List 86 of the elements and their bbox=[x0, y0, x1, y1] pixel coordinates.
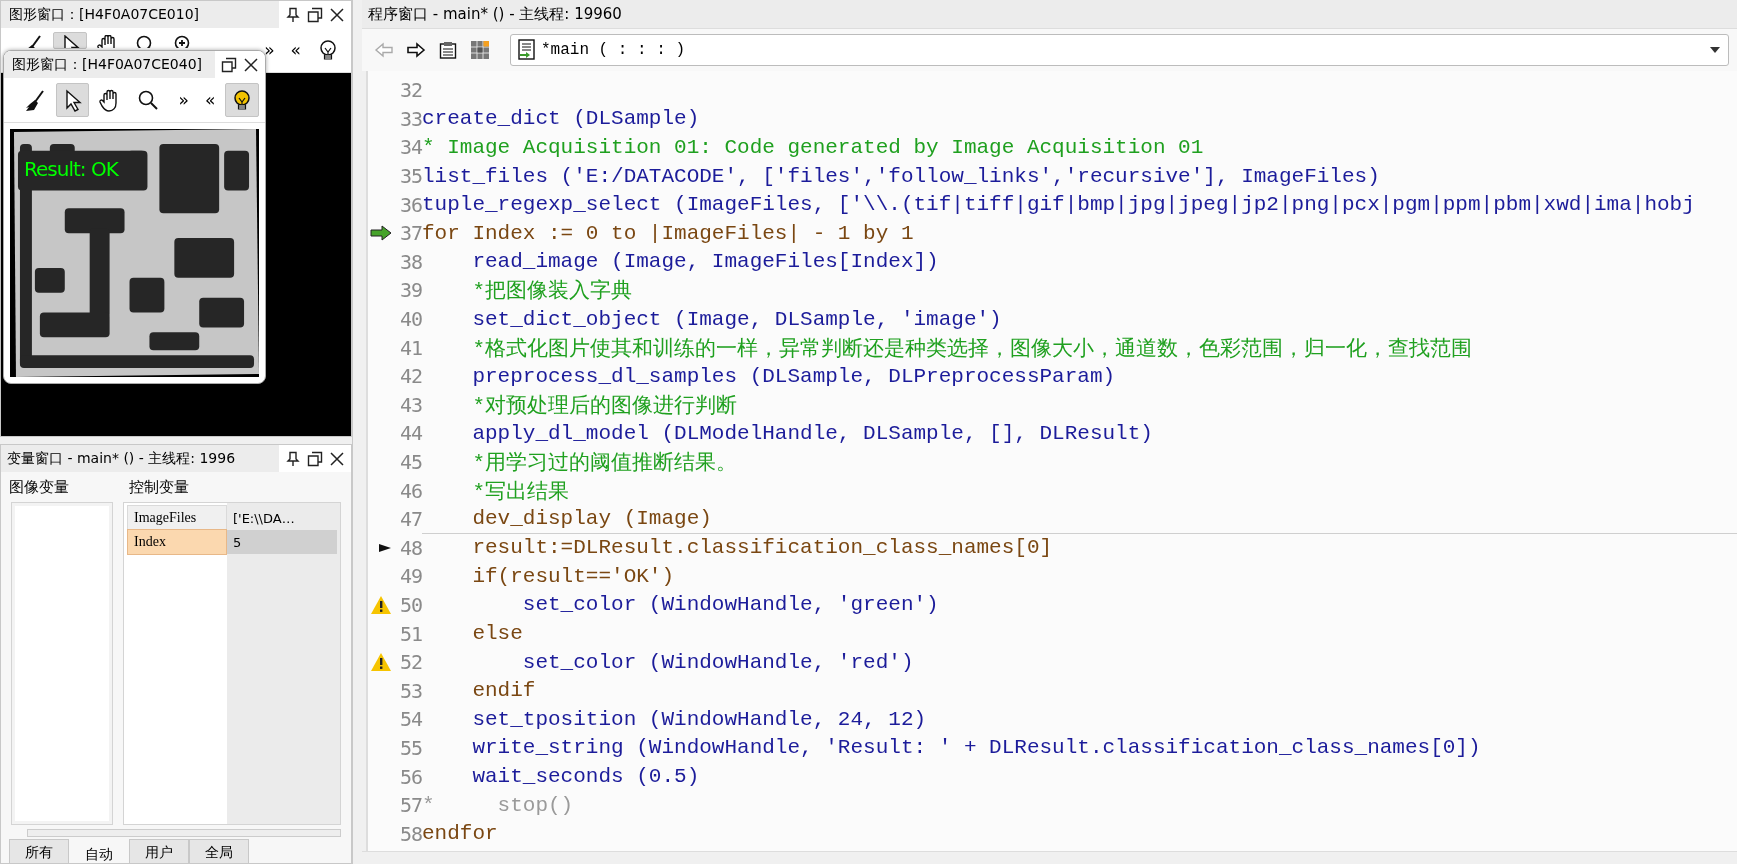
pin-icon[interactable] bbox=[285, 6, 301, 23]
line-number: 35 bbox=[398, 164, 422, 189]
line-number: 40 bbox=[398, 307, 422, 332]
line-number: 55 bbox=[398, 735, 422, 760]
restore-icon[interactable] bbox=[221, 56, 237, 73]
tab[interactable]: 全局 bbox=[189, 839, 249, 863]
window-title: 程序窗口 - main* () - 主线程: 19960 bbox=[368, 4, 622, 24]
line-number: 43 bbox=[398, 392, 422, 417]
line-number: 42 bbox=[398, 364, 422, 389]
code-line: result:=DLResult.classification_class_names[0] bbox=[471, 535, 1054, 562]
code-line: *写出结果 bbox=[471, 479, 570, 505]
code-line: preprocess_dl_samples (DLSample, DLPreprocessParam) bbox=[471, 363, 1117, 390]
chevron-toggle[interactable]: » bbox=[172, 90, 195, 110]
code-line: *用学习过的阈值推断结果。 bbox=[471, 450, 738, 477]
line-number: 58 bbox=[398, 821, 422, 846]
window-title: 图形窗口：[H4F0A07CE040] bbox=[12, 55, 203, 74]
chevron-toggle[interactable]: » bbox=[258, 40, 281, 60]
program-counter-arrow-icon bbox=[370, 225, 392, 242]
line-number: 48 bbox=[398, 535, 422, 560]
line-number: 53 bbox=[398, 678, 422, 703]
insertion-cursor-icon bbox=[378, 542, 392, 553]
line-number: 45 bbox=[398, 450, 422, 474]
restore-icon[interactable] bbox=[307, 6, 323, 23]
chevron-toggle[interactable]: « bbox=[284, 40, 307, 60]
line-number: 56 bbox=[398, 764, 422, 789]
code-line: set_color (WindowHandle, 'red') bbox=[521, 649, 915, 676]
section-label: 控制变量 bbox=[129, 477, 189, 497]
line-number: 49 bbox=[398, 564, 422, 589]
line-number: 51 bbox=[398, 621, 422, 646]
pointer-button[interactable] bbox=[55, 83, 90, 117]
horizontal-scrollbar[interactable] bbox=[27, 829, 341, 837]
lightbulb-button[interactable] bbox=[225, 83, 259, 117]
line-number: 37 bbox=[398, 221, 422, 246]
code-line: dev_display (Image) bbox=[422, 504, 1737, 534]
line-number: 38 bbox=[398, 249, 422, 274]
code-line: *格式化图片使其和训练的一样，异常判断还是种类选择，图像大小，通道数，色彩范围，归一化，查找范围 bbox=[471, 336, 1473, 362]
caret-icon[interactable] bbox=[1710, 47, 1720, 53]
result-overlay-text: Result: OK bbox=[24, 157, 118, 181]
code-line: endif bbox=[471, 678, 537, 705]
line-number: 34 bbox=[398, 135, 422, 160]
tab[interactable]: 用户 bbox=[129, 839, 189, 863]
line-number: 41 bbox=[398, 335, 422, 360]
code-line: endfor bbox=[422, 821, 499, 848]
code-line: write_string (WindowHandle, 'Result: ' + DLResult.classification_class_names[0]) bbox=[471, 735, 1482, 762]
code-line: create_dict (DLSample) bbox=[422, 106, 701, 133]
line-number: 52 bbox=[398, 650, 422, 675]
line-number: 57 bbox=[398, 793, 422, 818]
warning-icon bbox=[370, 652, 392, 673]
window-title: 图形窗口：[H4F0A07CE010] bbox=[9, 5, 200, 24]
code-line: wait_seconds (0.5) bbox=[471, 764, 701, 791]
line-number: 36 bbox=[398, 192, 422, 217]
line-number: 44 bbox=[398, 421, 422, 446]
code-line: else bbox=[471, 621, 524, 648]
restore-icon[interactable] bbox=[307, 450, 323, 467]
code-line: set_dict_object (Image, DLSample, 'image') bbox=[471, 306, 1003, 333]
close-icon[interactable] bbox=[243, 56, 259, 73]
window-title: 变量窗口 - main* () - 主线程: 1996 bbox=[7, 449, 236, 468]
section-label: 图像变量 bbox=[9, 477, 70, 497]
chevron-toggle[interactable]: « bbox=[198, 90, 222, 110]
line-number: 47 bbox=[398, 507, 422, 532]
code-line: read_image (Image, ImageFiles[Index]) bbox=[471, 249, 940, 276]
code-line: set_tposition (WindowHandle, 24, 12) bbox=[471, 706, 928, 733]
warning-icon bbox=[370, 595, 392, 615]
code-line: if(result=='OK') bbox=[471, 563, 676, 590]
procedure-icon bbox=[517, 39, 537, 61]
code-line: * stop() bbox=[422, 792, 575, 819]
code-line: *把图像装入字典 bbox=[471, 278, 633, 305]
line-number: 50 bbox=[398, 593, 422, 617]
code-line: tuple_regexp_select (ImageFiles, ['\\.(tif|tiff|gif|bmp|jpg|jpeg|jp2|png|pcx|pgm|ppm|pbm|xwd|ima|hobj bbox=[422, 192, 1696, 219]
line-number: 39 bbox=[398, 278, 422, 303]
code-line: list_files ('E:/DATACODE', ['files','follow_links','recursive'], ImageFiles) bbox=[422, 163, 1381, 190]
line-number: 54 bbox=[398, 707, 422, 732]
line-number: 32 bbox=[398, 78, 422, 103]
code-line: apply_dl_model (DLModelHandle, DLSample, [], DLResult) bbox=[471, 420, 1154, 447]
code-line: set_color (WindowHandle, 'green') bbox=[521, 592, 940, 619]
pointer-button[interactable] bbox=[53, 32, 87, 49]
code-line: for Index := 0 to |ImageFiles| - 1 by 1 bbox=[422, 220, 915, 247]
line-number: 46 bbox=[398, 478, 422, 503]
pin-icon[interactable] bbox=[285, 450, 301, 467]
procedure-dropdown[interactable]: *main ( : : : ) bbox=[510, 34, 1729, 66]
close-icon[interactable] bbox=[329, 450, 345, 467]
close-icon[interactable] bbox=[329, 6, 345, 23]
tab[interactable]: 所有 bbox=[9, 839, 69, 863]
code-line: * Image Acquisition 01: Code generated by Image Acquisition 01 bbox=[422, 135, 1205, 161]
code-line: *对预处理后的图像进行判断 bbox=[471, 393, 738, 420]
line-number: 33 bbox=[398, 106, 422, 131]
